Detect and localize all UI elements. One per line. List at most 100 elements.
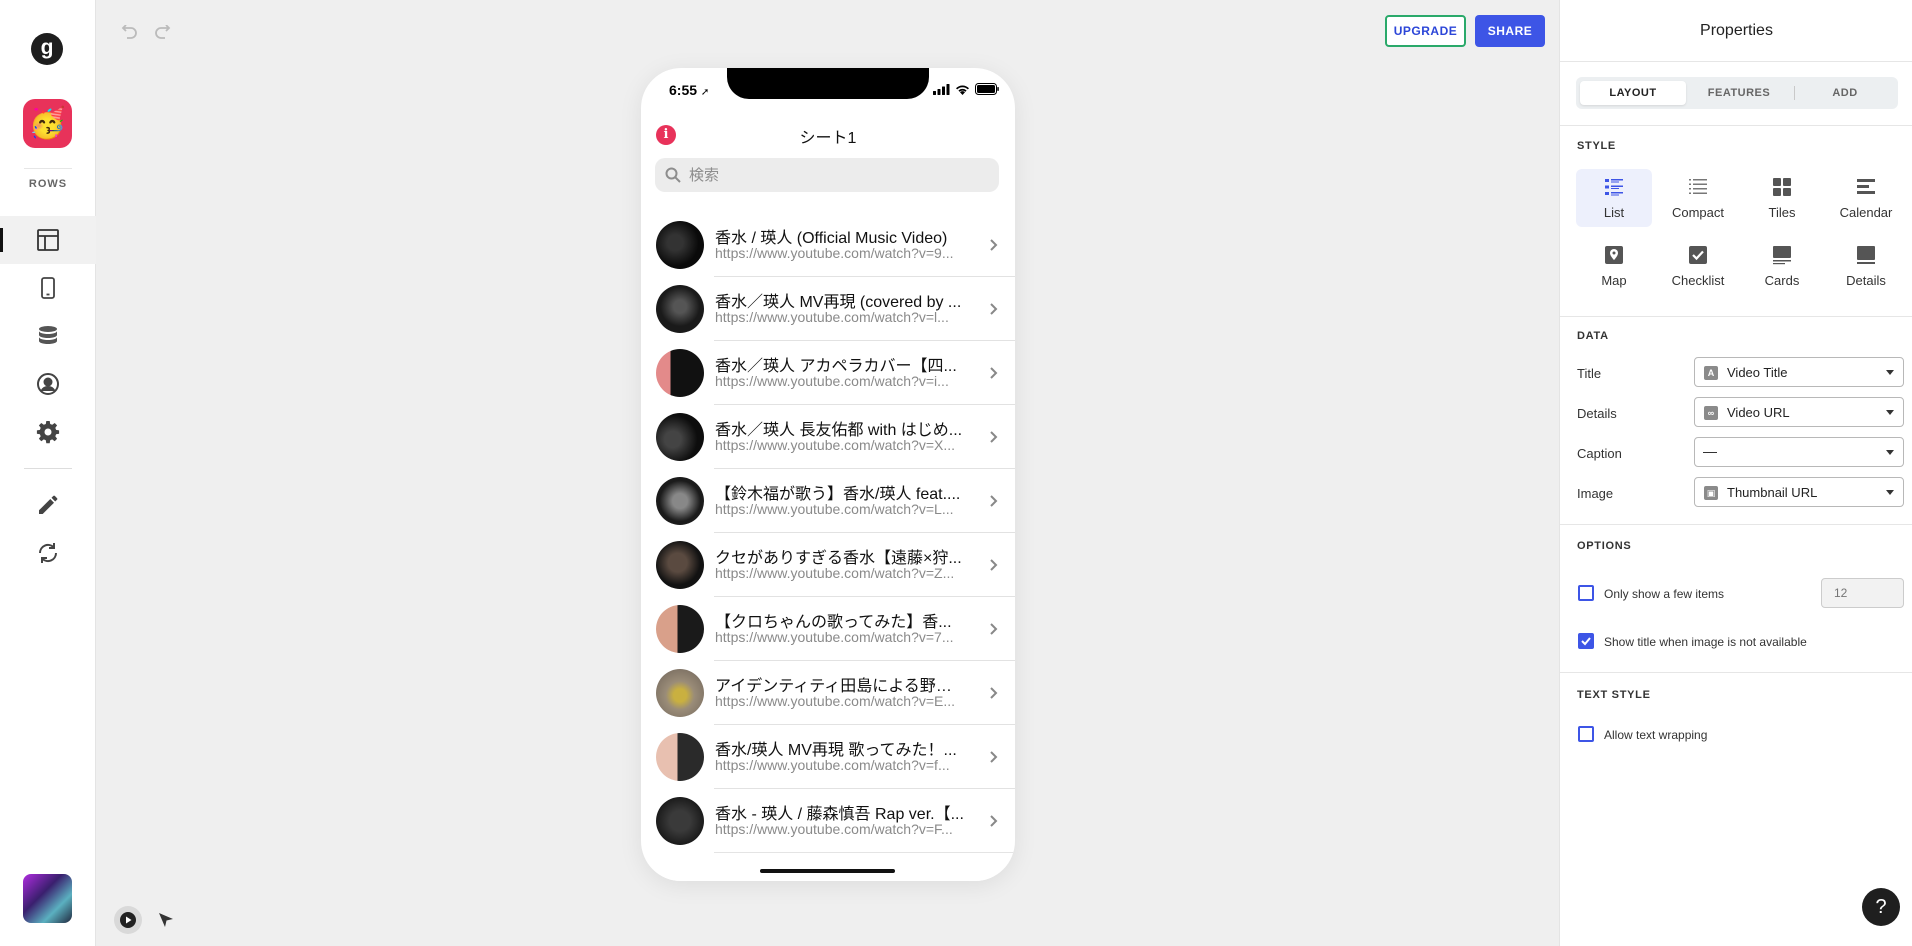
chevron-right-icon <box>985 684 1001 702</box>
style-map[interactable]: Map <box>1576 237 1652 295</box>
few-items-label: Only show a few items <box>1604 587 1725 601</box>
text-wrap-label: Allow text wrapping <box>1604 728 1708 742</box>
nav-edit[interactable] <box>0 481 96 529</box>
caption-field-label: Caption <box>1577 446 1622 461</box>
map-style-icon <box>1605 246 1623 264</box>
style-details[interactable]: Details <box>1828 237 1904 295</box>
section-divider <box>1560 524 1912 525</box>
phone-preview: 6:55 ➚ i シート1 香水 / 瑛人 (Official Music Vi… <box>641 68 1015 881</box>
search-input[interactable] <box>689 166 979 184</box>
chevron-right-icon <box>985 492 1001 510</box>
caption-select[interactable]: — <box>1694 437 1904 467</box>
style-cards-label: Cards <box>1764 273 1800 288</box>
cursor-arrow-icon <box>159 913 173 927</box>
style-map-label: Map <box>1601 273 1627 288</box>
style-compact[interactable]: Compact <box>1660 169 1736 227</box>
nav-divider <box>24 468 72 469</box>
chevron-down-icon <box>1886 370 1894 375</box>
chevron-right-icon <box>985 428 1001 446</box>
glide-logo[interactable]: g <box>31 33 63 65</box>
style-header: STYLE <box>1577 140 1616 152</box>
phone-icon <box>41 277 55 299</box>
select-tool-button[interactable] <box>154 908 178 932</box>
search-bar[interactable] <box>655 158 999 192</box>
title-field-label: Title <box>1577 366 1602 381</box>
options-header: OPTIONS <box>1577 540 1632 552</box>
account-avatar[interactable] <box>23 874 72 923</box>
home-indicator <box>760 869 895 873</box>
list-item[interactable]: 香水／瑛人 アカペラカバー【四... https://www.youtube.co… <box>641 341 1015 405</box>
item-url: https://www.youtube.com/watch?v=E... <box>715 693 956 709</box>
style-checklist[interactable]: Checklist <box>1660 237 1736 295</box>
left-nav: g 🥳 ROWS <box>0 0 96 946</box>
list-item[interactable]: 香水／瑛人 MV再現 (covered by ... https://www.yo… <box>641 277 1015 341</box>
list-item[interactable]: クセがありすぎる香水【遠藤×狩... https://www.youtube.co… <box>641 533 1015 597</box>
title-select[interactable]: A Video Title <box>1694 357 1904 387</box>
nav-layout[interactable] <box>0 216 96 264</box>
section-divider <box>1560 125 1912 126</box>
share-button[interactable]: SHARE <box>1475 15 1545 47</box>
show-title-checkbox[interactable] <box>1578 633 1594 649</box>
list-item[interactable]: 香水 / 瑛人 (Official Music Video) https://ww… <box>641 213 1015 277</box>
chevron-right-icon <box>985 236 1001 254</box>
list-item[interactable]: 香水/瑛人 MV再現 歌ってみた！... https://www.youtube.… <box>641 725 1015 789</box>
app-icon[interactable]: 🥳 <box>23 99 72 148</box>
style-tiles[interactable]: Tiles <box>1744 169 1820 227</box>
item-url: https://www.youtube.com/watch?v=l... <box>715 309 949 325</box>
chevron-right-icon <box>985 364 1001 382</box>
upgrade-button[interactable]: UPGRADE <box>1385 15 1466 47</box>
check-icon <box>1581 637 1591 646</box>
list-item[interactable]: 香水／瑛人 長友佑都 with はじめ... https://www.youtub… <box>641 405 1015 469</box>
link-column-icon: ∞ <box>1704 406 1718 420</box>
list-style-icon <box>1605 179 1623 196</box>
status-time: 6:55 ➚ <box>669 82 710 98</box>
checklist-style-icon <box>1689 246 1707 264</box>
chevron-right-icon <box>985 556 1001 574</box>
item-url: https://www.youtube.com/watch?v=F... <box>715 821 953 837</box>
details-select-value: Video URL <box>1727 405 1790 420</box>
list-item[interactable]: 【クロちゃんの歌ってみた】香... https://www.youtube.com… <box>641 597 1015 661</box>
tab-layout[interactable]: LAYOUT <box>1580 81 1686 105</box>
cards-style-icon <box>1773 246 1791 265</box>
chevron-right-icon <box>985 748 1001 766</box>
nav-users[interactable] <box>0 360 96 408</box>
search-icon <box>665 167 681 183</box>
section-divider <box>1560 672 1912 673</box>
section-divider <box>1560 316 1912 317</box>
few-items-checkbox[interactable] <box>1578 585 1594 601</box>
chevron-down-icon <box>1886 490 1894 495</box>
calendar-style-icon <box>1857 179 1875 194</box>
details-select[interactable]: ∞ Video URL <box>1694 397 1904 427</box>
sync-icon <box>38 543 58 563</box>
image-column-icon: ▣ <box>1704 486 1718 500</box>
few-items-count-input[interactable] <box>1821 578 1904 608</box>
item-url: https://www.youtube.com/watch?v=7... <box>715 629 954 645</box>
text-wrap-checkbox[interactable] <box>1578 726 1594 742</box>
redo-button[interactable] <box>154 22 174 42</box>
rows-label: ROWS <box>28 178 68 190</box>
wifi-icon <box>956 85 969 95</box>
tab-add[interactable]: ADD <box>1792 81 1898 105</box>
style-compact-label: Compact <box>1671 205 1725 220</box>
help-button[interactable]: ? <box>1862 888 1900 926</box>
play-preview-button[interactable] <box>114 906 142 934</box>
list-item[interactable]: 【鈴木福が歌う】香水/瑛人 feat.... https://www.youtub… <box>641 469 1015 533</box>
style-cards[interactable]: Cards <box>1744 237 1820 295</box>
list-fade <box>641 850 1015 881</box>
nav-sync[interactable] <box>0 529 96 577</box>
list-item[interactable]: 香水 - 瑛人 / 藤森慎吾 Rap ver.【... https://www.y… <box>641 789 1015 853</box>
tiles-style-icon <box>1773 178 1791 196</box>
nav-settings[interactable] <box>0 408 96 456</box>
list-item[interactable]: アイデンティティ田島による野沢... https://www.youtube.co… <box>641 661 1015 725</box>
image-select[interactable]: ▣ Thumbnail URL <box>1694 477 1904 507</box>
location-icon: ➚ <box>700 87 710 98</box>
style-list[interactable]: List <box>1576 169 1652 227</box>
tab-features[interactable]: FEATURES <box>1686 81 1792 105</box>
item-url: https://www.youtube.com/watch?v=Z... <box>715 565 955 581</box>
nav-data[interactable] <box>0 312 96 360</box>
nav-preview[interactable] <box>0 264 96 312</box>
style-calendar[interactable]: Calendar <box>1828 169 1904 227</box>
undo-button[interactable] <box>118 22 138 42</box>
redo-icon <box>155 25 171 39</box>
item-url: https://www.youtube.com/watch?v=f... <box>715 757 950 773</box>
